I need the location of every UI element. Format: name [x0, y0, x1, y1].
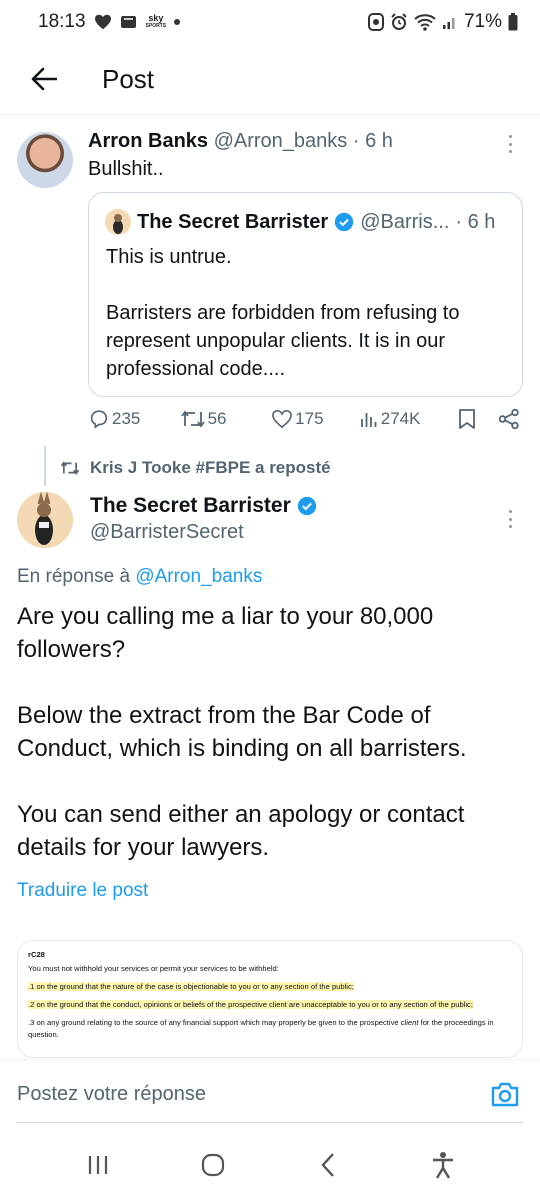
arrow-left-icon [31, 67, 57, 91]
share-button[interactable] [498, 408, 528, 430]
translate-post-link[interactable]: Traduire le post [17, 880, 148, 902]
quote-text: This is untrue. Barristers are forbidden… [106, 246, 460, 380]
back-button[interactable] [14, 54, 74, 104]
alarm-icon [391, 13, 407, 30]
camera-button[interactable] [490, 1080, 524, 1110]
reply-to-handle-link[interactable]: @Arron_banks [135, 566, 262, 587]
heart-notification-icon [94, 14, 111, 30]
chevron-left-icon [320, 1153, 334, 1177]
recent-apps-icon [88, 1156, 107, 1174]
views-button[interactable]: 274K [359, 409, 459, 429]
views-chart-icon [360, 413, 377, 427]
dnd-icon [367, 13, 384, 31]
repost-count: 56 [207, 409, 227, 428]
tweet-text: Bullshit.. [88, 158, 164, 180]
app-notification-icon [120, 16, 136, 28]
author-name[interactable]: Arron Banks [88, 130, 208, 152]
reply-divider [0, 1059, 540, 1060]
reply-icon [90, 410, 108, 429]
quote-author-name: The Secret Barrister [137, 210, 329, 233]
tweet1-actions: 235 56 175 274K [88, 408, 528, 430]
quote-author-handle: @Barris... [360, 210, 450, 233]
sky-sports-icon: sky SPORTS [145, 13, 167, 30]
separator: · [347, 130, 366, 152]
camera-icon [491, 1082, 519, 1107]
page-title: Post [102, 63, 155, 94]
quote-header: The Secret Barrister @Barris... · 6 h [105, 209, 495, 235]
repost-small-icon [60, 461, 80, 475]
recent-apps-button[interactable] [78, 1145, 118, 1185]
wifi-icon [414, 14, 436, 31]
repost-button[interactable]: 56 [180, 409, 272, 429]
thread-line [44, 446, 46, 486]
tweet1-header: Arron Banks @Arron_banks · 6 h [88, 130, 393, 153]
reply-button[interactable]: 235 [88, 408, 180, 430]
reply-input[interactable] [17, 1083, 457, 1106]
status-bar: 18:13 sky SPORTS 71% [0, 0, 540, 44]
repost-icon [180, 410, 205, 428]
system-nav-bar [0, 1140, 540, 1190]
doc-title: rC28 [28, 950, 45, 959]
battery-percent: 71% [463, 11, 502, 32]
tweet-time[interactable]: 6 h [365, 130, 393, 152]
avatar-secret-barrister-small [105, 209, 131, 235]
home-button[interactable] [193, 1145, 233, 1185]
repost-label: Kris J Tooke #FBPE a reposté [90, 458, 331, 477]
header-divider [0, 114, 540, 115]
status-time: 18:13 [38, 11, 86, 32]
bookmark-icon [459, 409, 476, 429]
doc-intro: You must not withhold your services or p… [28, 964, 279, 973]
avatar-arron-banks[interactable] [17, 132, 73, 188]
author-handle[interactable]: @BarristerSecret [90, 521, 244, 544]
like-button[interactable]: 175 [271, 409, 359, 429]
more-options-button[interactable] [506, 132, 514, 156]
tweet-main-text: Are you calling me a liar to your 80,000… [17, 603, 467, 861]
home-icon [201, 1153, 224, 1177]
accessibility-icon [432, 1152, 453, 1179]
tweet2-author[interactable]: The Secret Barrister [90, 494, 317, 518]
signal-icon [442, 18, 455, 29]
reply-count: 235 [112, 409, 141, 428]
repost-indicator[interactable]: Kris J Tooke #FBPE a reposté [60, 458, 331, 478]
share-icon [498, 408, 519, 430]
quote-time: · 6 h [455, 210, 496, 233]
composer-underline [17, 1122, 523, 1123]
reply-to-line: En réponse à @Arron_banks [17, 566, 262, 588]
views-count: 274K [380, 409, 421, 428]
quoted-tweet[interactable]: The Secret Barrister @Barris... · 6 h Th… [88, 192, 523, 397]
header: Post [0, 48, 540, 110]
attached-image[interactable]: rC28 You must not withhold your services… [17, 940, 523, 1058]
accessibility-button[interactable] [423, 1145, 463, 1185]
system-back-button[interactable] [308, 1145, 348, 1185]
verified-badge-icon [335, 212, 354, 232]
avatar-secret-barrister[interactable] [17, 492, 73, 548]
author-name: The Secret Barrister [90, 494, 291, 517]
like-count: 175 [295, 409, 324, 428]
author-handle[interactable]: @Arron_banks [214, 130, 348, 152]
reply-prefix: En réponse à [17, 566, 136, 587]
doc-item-3: .3 on any ground relating to the source … [28, 1018, 494, 1039]
more-options-button[interactable] [506, 507, 514, 531]
battery-icon [508, 13, 518, 31]
doc-item-1: .1 on the ground that the nature of the … [28, 982, 354, 991]
heart-icon [272, 409, 293, 429]
more-notifications-dot [174, 19, 181, 25]
bookmark-button[interactable] [458, 408, 488, 430]
doc-item-2: .2 on the ground that the conduct, opini… [28, 1000, 473, 1009]
verified-badge-icon [297, 496, 316, 516]
